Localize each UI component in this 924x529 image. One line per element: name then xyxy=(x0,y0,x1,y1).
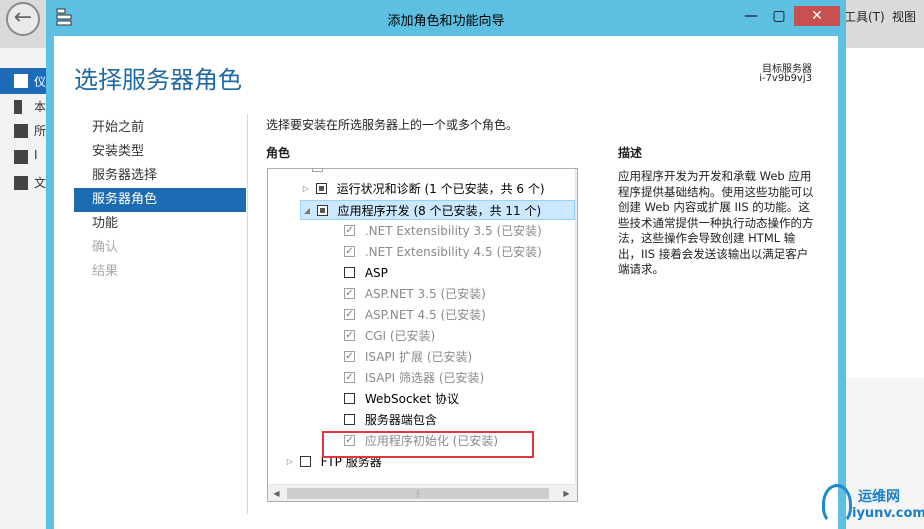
role-label: 服务器端包含 xyxy=(364,413,437,427)
menu-tools[interactable]: 工具(T) xyxy=(844,8,885,25)
role-checkbox[interactable] xyxy=(344,267,355,278)
tree-row-clipped xyxy=(312,169,329,177)
scroll-left-arrow-icon[interactable]: ◀ xyxy=(268,485,285,501)
description-label: 描述 xyxy=(618,146,643,160)
vertical-scrollbar[interactable]: ▲ ≡ ▼ xyxy=(575,169,577,484)
watermark-logo-icon xyxy=(822,484,852,524)
tree-row-health-diagnostics[interactable]: ▷ 运行状况和诊断 (1 个已安装，共 6 个) xyxy=(300,179,575,199)
role-label: CGI (已安装) xyxy=(364,329,436,343)
tree-row-isapi-filters: ✓ ISAPI 筛选器 (已安装) xyxy=(344,368,484,388)
scroll-down-arrow-icon[interactable]: ▼ xyxy=(576,467,577,484)
tree-row-aspnet-45: ✓ ASP.NET 4.5 (已安装) xyxy=(344,305,486,325)
expand-arrow-icon[interactable]: ▷ xyxy=(300,179,312,199)
role-checkbox: ✓ xyxy=(344,246,355,257)
background-content xyxy=(846,48,924,378)
nav-step-before-you-begin[interactable]: 开始之前 xyxy=(74,116,246,140)
tree-row-application-development[interactable]: ◢ 应用程序开发 (8 个已安装，共 11 个) xyxy=(300,200,575,220)
background-sidebar-item[interactable]: 本 xyxy=(34,98,46,115)
scroll-up-arrow-icon[interactable]: ▲ xyxy=(576,169,577,186)
scrollbar-corner xyxy=(575,484,577,501)
role-label: ISAPI 筛选器 (已安装) xyxy=(364,371,485,385)
tree-row-asp[interactable]: ASP xyxy=(344,263,388,283)
window-title: 添加角色和功能向导 xyxy=(387,14,505,29)
role-label: ASP.NET 4.5 (已安装) xyxy=(364,308,486,322)
tree-row-net-ext-35: ✓ .NET Extensibility 3.5 (已安装) xyxy=(344,221,542,241)
role-label: ASP xyxy=(364,266,388,280)
back-arrow-icon[interactable]: ← xyxy=(6,2,40,36)
nav-divider xyxy=(247,114,248,514)
role-label: 运行状况和诊断 (1 个已安装，共 6 个) xyxy=(336,182,545,196)
role-checkbox[interactable] xyxy=(315,183,327,194)
role-label: .NET Extensibility 4.5 (已安装) xyxy=(364,245,542,259)
role-checkbox[interactable] xyxy=(316,205,328,216)
minimize-button[interactable]: — xyxy=(738,6,764,26)
instruction-text: 选择要安装在所选服务器上的一个或多个角色。 xyxy=(266,118,519,132)
watermark-text-cn: 运维网 xyxy=(858,489,900,505)
collapse-arrow-icon[interactable]: ◢ xyxy=(301,201,313,221)
role-checkbox xyxy=(312,169,323,172)
roles-label: 角色 xyxy=(266,146,291,160)
expand-arrow-icon[interactable]: ▷ xyxy=(284,452,296,472)
page-title: 选择服务器角色 xyxy=(74,66,242,94)
background-sidebar-item[interactable]: 所 xyxy=(34,122,46,139)
server-icon xyxy=(14,100,22,114)
files-icon xyxy=(14,176,28,190)
background-sidebar: 仪 本 所 I 文 xyxy=(0,48,50,529)
role-checkbox: ✓ xyxy=(344,309,355,320)
tree-row-cgi: ✓ CGI (已安装) xyxy=(344,326,435,346)
watermark-text-en: iyunv.com xyxy=(852,506,924,521)
tree-row-net-ext-45: ✓ .NET Extensibility 4.5 (已安装) xyxy=(344,242,542,262)
role-checkbox: ✓ xyxy=(344,288,355,299)
tree-row-server-side-includes[interactable]: 服务器端包含 xyxy=(344,410,437,430)
tree-row-aspnet-35: ✓ ASP.NET 3.5 (已安装) xyxy=(344,284,486,304)
horizontal-scrollbar[interactable]: ◀ ⋮ ▶ xyxy=(268,484,575,501)
nav-step-server-roles[interactable]: 服务器角色 xyxy=(74,188,246,212)
dashboard-icon xyxy=(14,74,28,88)
role-checkbox: ✓ xyxy=(344,351,355,362)
role-label: ASP.NET 3.5 (已安装) xyxy=(364,287,486,301)
background-sidebar-item[interactable]: 仪 xyxy=(34,73,46,90)
close-button[interactable]: ✕ xyxy=(794,6,840,26)
servers-icon xyxy=(14,124,28,138)
site-watermark: 运维网 iyunv.com xyxy=(822,478,924,528)
destination-server-value: i-7v9b9vj3 xyxy=(759,73,812,84)
menu-view[interactable]: 视图 xyxy=(892,8,916,25)
role-label: ISAPI 扩展 (已安装) xyxy=(364,350,473,364)
background-sidebar-item[interactable]: I xyxy=(34,148,38,162)
annotation-highlight-box xyxy=(322,431,534,458)
role-checkbox[interactable] xyxy=(344,393,355,404)
nav-step-features[interactable]: 功能 xyxy=(74,212,246,236)
wizard-steps-nav: 开始之前 安装类型 服务器选择 服务器角色 功能 确认 结果 xyxy=(74,116,246,284)
role-checkbox[interactable] xyxy=(344,414,355,425)
horizontal-scroll-thumb[interactable]: ⋮ xyxy=(287,488,549,499)
nav-step-server-selection[interactable]: 服务器选择 xyxy=(74,164,246,188)
role-checkbox: ✓ xyxy=(344,372,355,383)
role-label: WebSocket 协议 xyxy=(364,392,459,406)
title-bar[interactable]: 添加角色和功能向导 — ▢ ✕ xyxy=(46,0,846,36)
description-text: 应用程序开发为开发和承载 Web 应用程序提供基础结构。使用这些功能可以创建 W… xyxy=(618,169,814,276)
iis-icon xyxy=(14,150,28,164)
nav-step-confirmation: 确认 xyxy=(92,240,119,255)
tree-row-isapi-extensions: ✓ ISAPI 扩展 (已安装) xyxy=(344,347,472,367)
role-label: 应用程序开发 (8 个已安装，共 11 个) xyxy=(337,204,542,218)
background-sidebar-item[interactable]: 文 xyxy=(34,174,46,191)
nav-step-installation-type[interactable]: 安装类型 xyxy=(74,140,246,164)
maximize-button[interactable]: ▢ xyxy=(766,6,792,26)
tree-row-websocket[interactable]: WebSocket 协议 xyxy=(344,389,459,409)
scroll-right-arrow-icon[interactable]: ▶ xyxy=(558,485,575,501)
role-label: .NET Extensibility 3.5 (已安装) xyxy=(364,224,542,238)
role-checkbox: ✓ xyxy=(344,330,355,341)
role-checkbox[interactable] xyxy=(299,456,311,467)
role-checkbox: ✓ xyxy=(344,225,355,236)
nav-step-results: 结果 xyxy=(92,264,119,279)
